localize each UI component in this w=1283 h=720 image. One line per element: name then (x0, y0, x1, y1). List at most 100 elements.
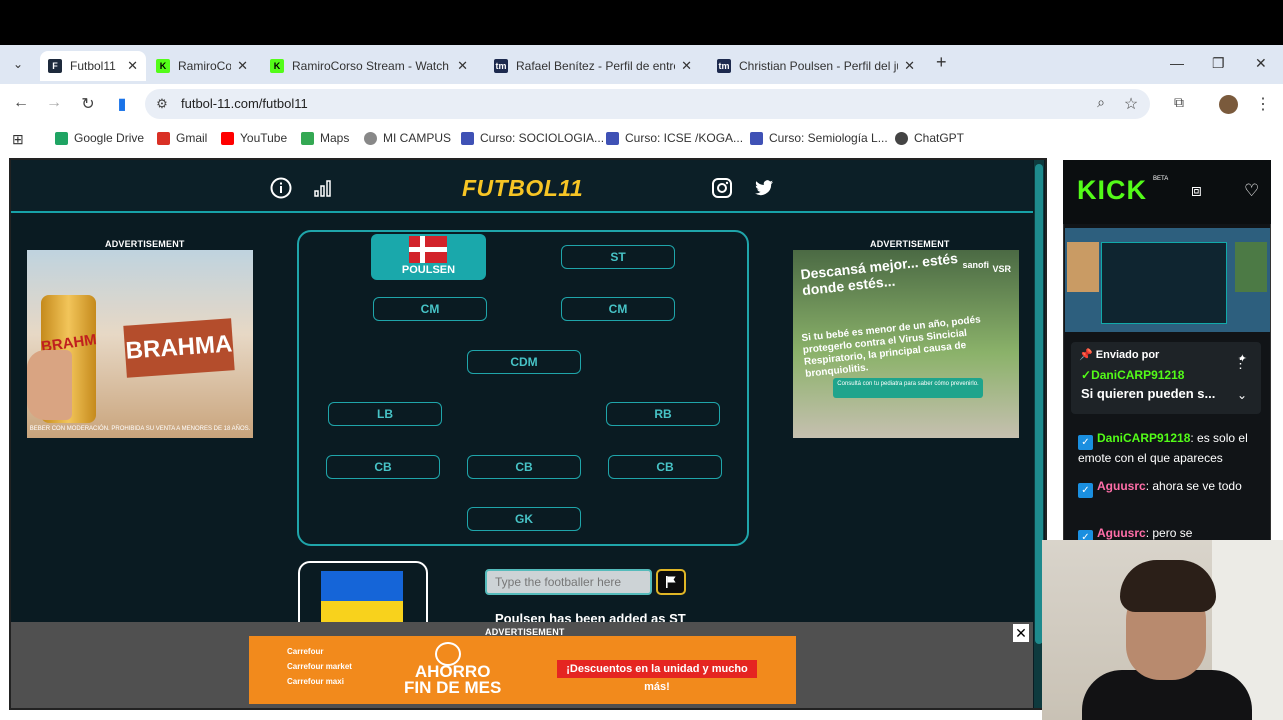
google-drive-icon (55, 131, 68, 145)
denmark-flag-icon (409, 236, 447, 263)
forward-icon[interactable]: → (44, 94, 64, 112)
search-placeholder: Type the footballer here (495, 575, 622, 589)
bookmark-maps[interactable]: Maps (301, 131, 349, 145)
ad-headline: Descansá mejor... estés donde estés... (799, 250, 959, 299)
tab-search-chevron-icon[interactable]: ⌄ (6, 53, 30, 75)
give-up-flag-button[interactable] (656, 569, 686, 595)
apps-grid-icon[interactable]: ⊞ (12, 131, 24, 148)
bookmark-mi-campus[interactable]: MI CAMPUS (364, 131, 451, 145)
bookmark-curso-semiologia[interactable]: Curso: Semiología L... (750, 131, 888, 145)
bookmark-label: Gmail (176, 131, 208, 145)
tab-christian-poulsen[interactable]: tm Christian Poulsen - Perfil del jug ✕ (709, 51, 923, 81)
site-settings-icon[interactable]: ⚙ (152, 96, 172, 112)
carrefour-ad[interactable]: Carrefour Carrefour market Carrefour max… (249, 636, 796, 704)
close-window-icon[interactable]: ✕ (1255, 55, 1267, 72)
tab-futbol11[interactable]: F Futbol11 ✕ (40, 51, 146, 81)
bookmark-label: ChatGPT (914, 131, 965, 145)
tab-close-icon[interactable]: ✕ (127, 58, 138, 74)
bookmark-star-icon[interactable]: ☆ (1121, 94, 1141, 114)
tab-close-icon[interactable]: ✕ (681, 58, 692, 74)
pinned-by: 📌 Enviado por (1079, 349, 1160, 361)
side-panel-icon[interactable]: ▮ (112, 94, 132, 114)
badge-icon: ✓ (1078, 435, 1093, 450)
position-cb-left[interactable]: CB (326, 455, 440, 479)
position-cdm[interactable]: CDM (467, 350, 581, 374)
futbol11-logo[interactable]: FUTBOL11 (462, 175, 583, 202)
bookmark-label: MI CAMPUS (383, 131, 452, 145)
close-ad-icon[interactable]: ✕ (1013, 624, 1029, 642)
position-cm-left[interactable]: CM (373, 297, 487, 321)
ad-cta: Consultá con tu pediatra para saber cómo… (833, 378, 983, 398)
webcam-overlay (1042, 540, 1283, 720)
tab-close-icon[interactable]: ✕ (904, 58, 915, 74)
brahma-ad[interactable]: BRAHM BRAHMA BEBER CON MODERACIÓN. PROHI… (27, 250, 253, 438)
url-text[interactable]: futbol-11.com/futbol11 (181, 96, 308, 111)
position-gk[interactable]: GK (467, 507, 581, 531)
sanofi-ad[interactable]: Descansá mejor... estés donde estés... s… (793, 250, 1019, 438)
twitter-icon[interactable] (753, 177, 775, 199)
bookmark-chatgpt[interactable]: ChatGPT (895, 131, 964, 145)
position-lb[interactable]: LB (328, 402, 442, 426)
brahma-wordmark: BRAHMA (123, 318, 235, 378)
expand-chevron-icon[interactable]: ⌄ (1237, 388, 1247, 402)
position-st[interactable]: ST (561, 245, 675, 269)
top-black-bar (0, 0, 1283, 45)
info-icon[interactable] (270, 177, 292, 199)
tab-ramirocorso-stream[interactable]: K RamiroCorso Stream - Watch L ✕ (262, 51, 476, 81)
position-cb-right[interactable]: CB (608, 455, 722, 479)
chatgpt-icon (895, 131, 908, 145)
extensions-icon[interactable]: ⧉ (1169, 94, 1189, 111)
zoom-icon[interactable]: ⌕ (1091, 94, 1111, 111)
kick-beta-badge: BETA (1153, 176, 1169, 182)
futbol11-favicon-icon: F (48, 59, 62, 73)
flag-icon (666, 576, 676, 588)
tab-rafael-benitez[interactable]: tm Rafael Benítez - Perfil de entre ✕ (486, 51, 700, 81)
restore-icon[interactable]: ❐ (1212, 55, 1225, 72)
bookmark-google-drive[interactable]: Google Drive (55, 131, 144, 145)
bookmark-label: YouTube (240, 131, 288, 145)
position-cb-center[interactable]: CB (467, 455, 581, 479)
profile-avatar[interactable] (1219, 95, 1238, 114)
tab-ramiroco[interactable]: K RamiroCo ✕ (148, 51, 256, 81)
position-cm-right[interactable]: CM (561, 297, 675, 321)
instagram-icon[interactable] (711, 177, 733, 199)
gmail-icon (157, 131, 170, 145)
new-tab-button[interactable]: + (936, 52, 947, 73)
nationality-card (298, 561, 428, 631)
browser-menu-icon[interactable]: ⋮ (1253, 94, 1273, 114)
tab-close-icon[interactable]: ✕ (457, 58, 468, 74)
minimize-icon[interactable]: — (1170, 55, 1184, 71)
promo-banner: ¡Descuentos en la unidad y mucho más! (557, 660, 757, 693)
chat-message: ✓ Aguusrc: ahora se ve todo (1078, 478, 1263, 498)
bookmark-youtube[interactable]: YouTube (221, 131, 287, 145)
tab-title: Christian Poulsen - Perfil del jug (739, 59, 899, 73)
pinned-text: Si quieren pueden s... (1081, 386, 1216, 401)
sanofi-logo: sanofi (962, 260, 989, 270)
ad-body: Si tu bebé es menor de un año, podés pro… (801, 314, 982, 380)
stats-icon[interactable] (312, 177, 334, 199)
footballer-search-input[interactable]: Type the footballer here (485, 569, 652, 595)
position-rb[interactable]: RB (606, 402, 720, 426)
ad-label-right: ADVERTISEMENT (870, 239, 950, 249)
pinned-menu-icon[interactable]: ⋮ (1234, 356, 1247, 372)
bookmark-curso-icse[interactable]: Curso: ICSE /KOGA... (606, 131, 743, 145)
badge-icon: ✓ (1078, 483, 1093, 498)
pinned-message[interactable]: 📌 Enviado por ✦ ⋮ ✓DaniCARP91218 Si quie… (1071, 342, 1261, 414)
filled-position-st[interactable]: POULSEN (371, 234, 486, 280)
preview-ad-left (1067, 242, 1099, 292)
streamer-hair (1120, 560, 1216, 612)
tab-close-icon[interactable]: ✕ (237, 58, 248, 74)
follow-heart-icon[interactable]: ♡ (1244, 181, 1259, 201)
maps-icon (301, 131, 314, 145)
back-icon[interactable]: ← (11, 94, 31, 112)
bookmark-gmail[interactable]: Gmail (157, 131, 207, 145)
reload-icon[interactable]: ↻ (78, 94, 98, 114)
stream-preview[interactable] (1065, 228, 1270, 332)
ad-fine-print: BEBER CON MODERACIÓN. PROHIBIDA SU VENTA… (29, 426, 251, 432)
tab-title: Rafael Benítez - Perfil de entre (516, 59, 676, 73)
page-scrollbar[interactable] (1271, 160, 1283, 540)
bookmark-curso-sociologia[interactable]: Curso: SOCIOLOGIA... (461, 131, 604, 145)
kick-logo[interactable]: KICK (1077, 175, 1147, 206)
clip-icon[interactable]: ⧈ (1191, 181, 1202, 201)
moodle-icon (750, 131, 763, 145)
